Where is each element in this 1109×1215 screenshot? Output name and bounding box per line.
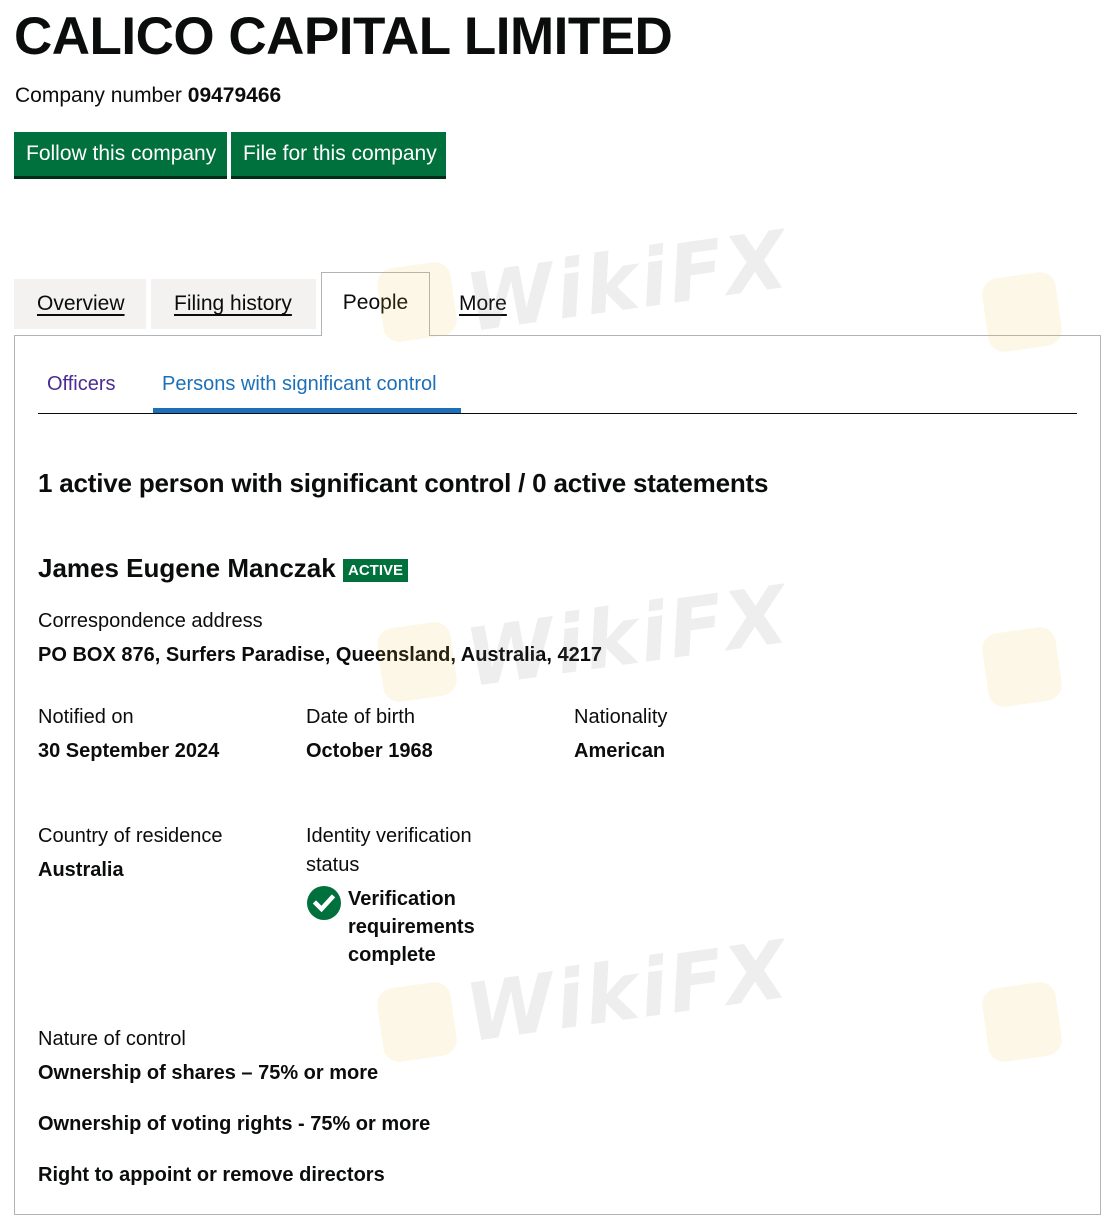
nature-of-control-item: Ownership of shares – 75% or more	[38, 1062, 379, 1084]
nationality-label: Nationality	[574, 706, 668, 728]
identity-value-line-2: requirements	[348, 916, 475, 938]
correspondence-address-value: PO BOX 876, Surfers Paradise, Queensland…	[38, 644, 602, 666]
date-of-birth-label: Date of birth	[306, 706, 415, 728]
identity-value-line-3: complete	[348, 944, 436, 966]
tab-overview[interactable]: Overview	[14, 279, 146, 329]
follow-company-button[interactable]: Follow this company	[14, 132, 227, 176]
file-for-company-button[interactable]: File for this company	[231, 132, 446, 176]
correspondence-address-label: Correspondence address	[38, 610, 263, 632]
tab-people[interactable]: People	[321, 272, 430, 336]
check-circle-icon	[307, 886, 341, 920]
identity-verification-status-label: Identity verification status	[306, 822, 472, 879]
status-badge: ACTIVE	[343, 559, 409, 582]
date-of-birth: Date of birth October 1968	[306, 703, 433, 765]
country-of-residence-label: Country of residence	[38, 825, 223, 847]
company-number: Company number 09479466	[15, 82, 281, 110]
date-of-birth-value: October 1968	[306, 740, 433, 762]
psc-summary-heading: 1 active person with significant control…	[38, 468, 769, 498]
notified-on: Notified on 30 September 2024	[38, 703, 219, 765]
tab-more[interactable]: More	[436, 279, 526, 329]
nature-of-control-item: Right to appoint or remove directors	[38, 1164, 385, 1186]
subtab-persons-with-significant-control[interactable]: Persons with significant control	[162, 370, 437, 398]
company-number-value: 09479466	[187, 84, 282, 107]
nationality-value: American	[574, 740, 666, 762]
person-name[interactable]: James Eugene Manczak	[38, 552, 336, 584]
subtab-officers[interactable]: Officers	[47, 370, 116, 398]
identity-label-line-2: status	[306, 854, 360, 876]
notified-on-value: 30 September 2024	[38, 740, 220, 762]
identity-label-line-1: Identity verification	[306, 825, 472, 847]
country-of-residence-value: Australia	[38, 859, 124, 881]
company-number-label: Company number	[15, 84, 182, 107]
country-of-residence: Country of residence Australia	[38, 822, 223, 884]
notified-on-label: Notified on	[38, 706, 134, 728]
nationality: Nationality American	[574, 703, 667, 765]
page-title: CALICO CAPITAL LIMITED	[14, 7, 673, 66]
tab-overview-label: Overview	[37, 292, 125, 315]
correspondence-address: Correspondence address PO BOX 876, Surfe…	[38, 607, 602, 669]
tab-filing-history-label: Filing history	[174, 292, 292, 315]
nature-of-control-label: Nature of control	[38, 1028, 186, 1050]
active-subtab-indicator	[153, 408, 461, 413]
identity-verification-status-value: Verification requirements complete	[348, 885, 508, 969]
identity-value-line-1: Verification	[348, 888, 456, 910]
subnav-divider	[38, 413, 1077, 414]
tab-filing-history[interactable]: Filing history	[151, 279, 316, 329]
tab-more-label: More	[459, 292, 507, 315]
nature-of-control-item: Ownership of voting rights - 75% or more	[38, 1113, 431, 1135]
nature-of-control: Nature of control Ownership of shares – …	[38, 1025, 430, 1189]
